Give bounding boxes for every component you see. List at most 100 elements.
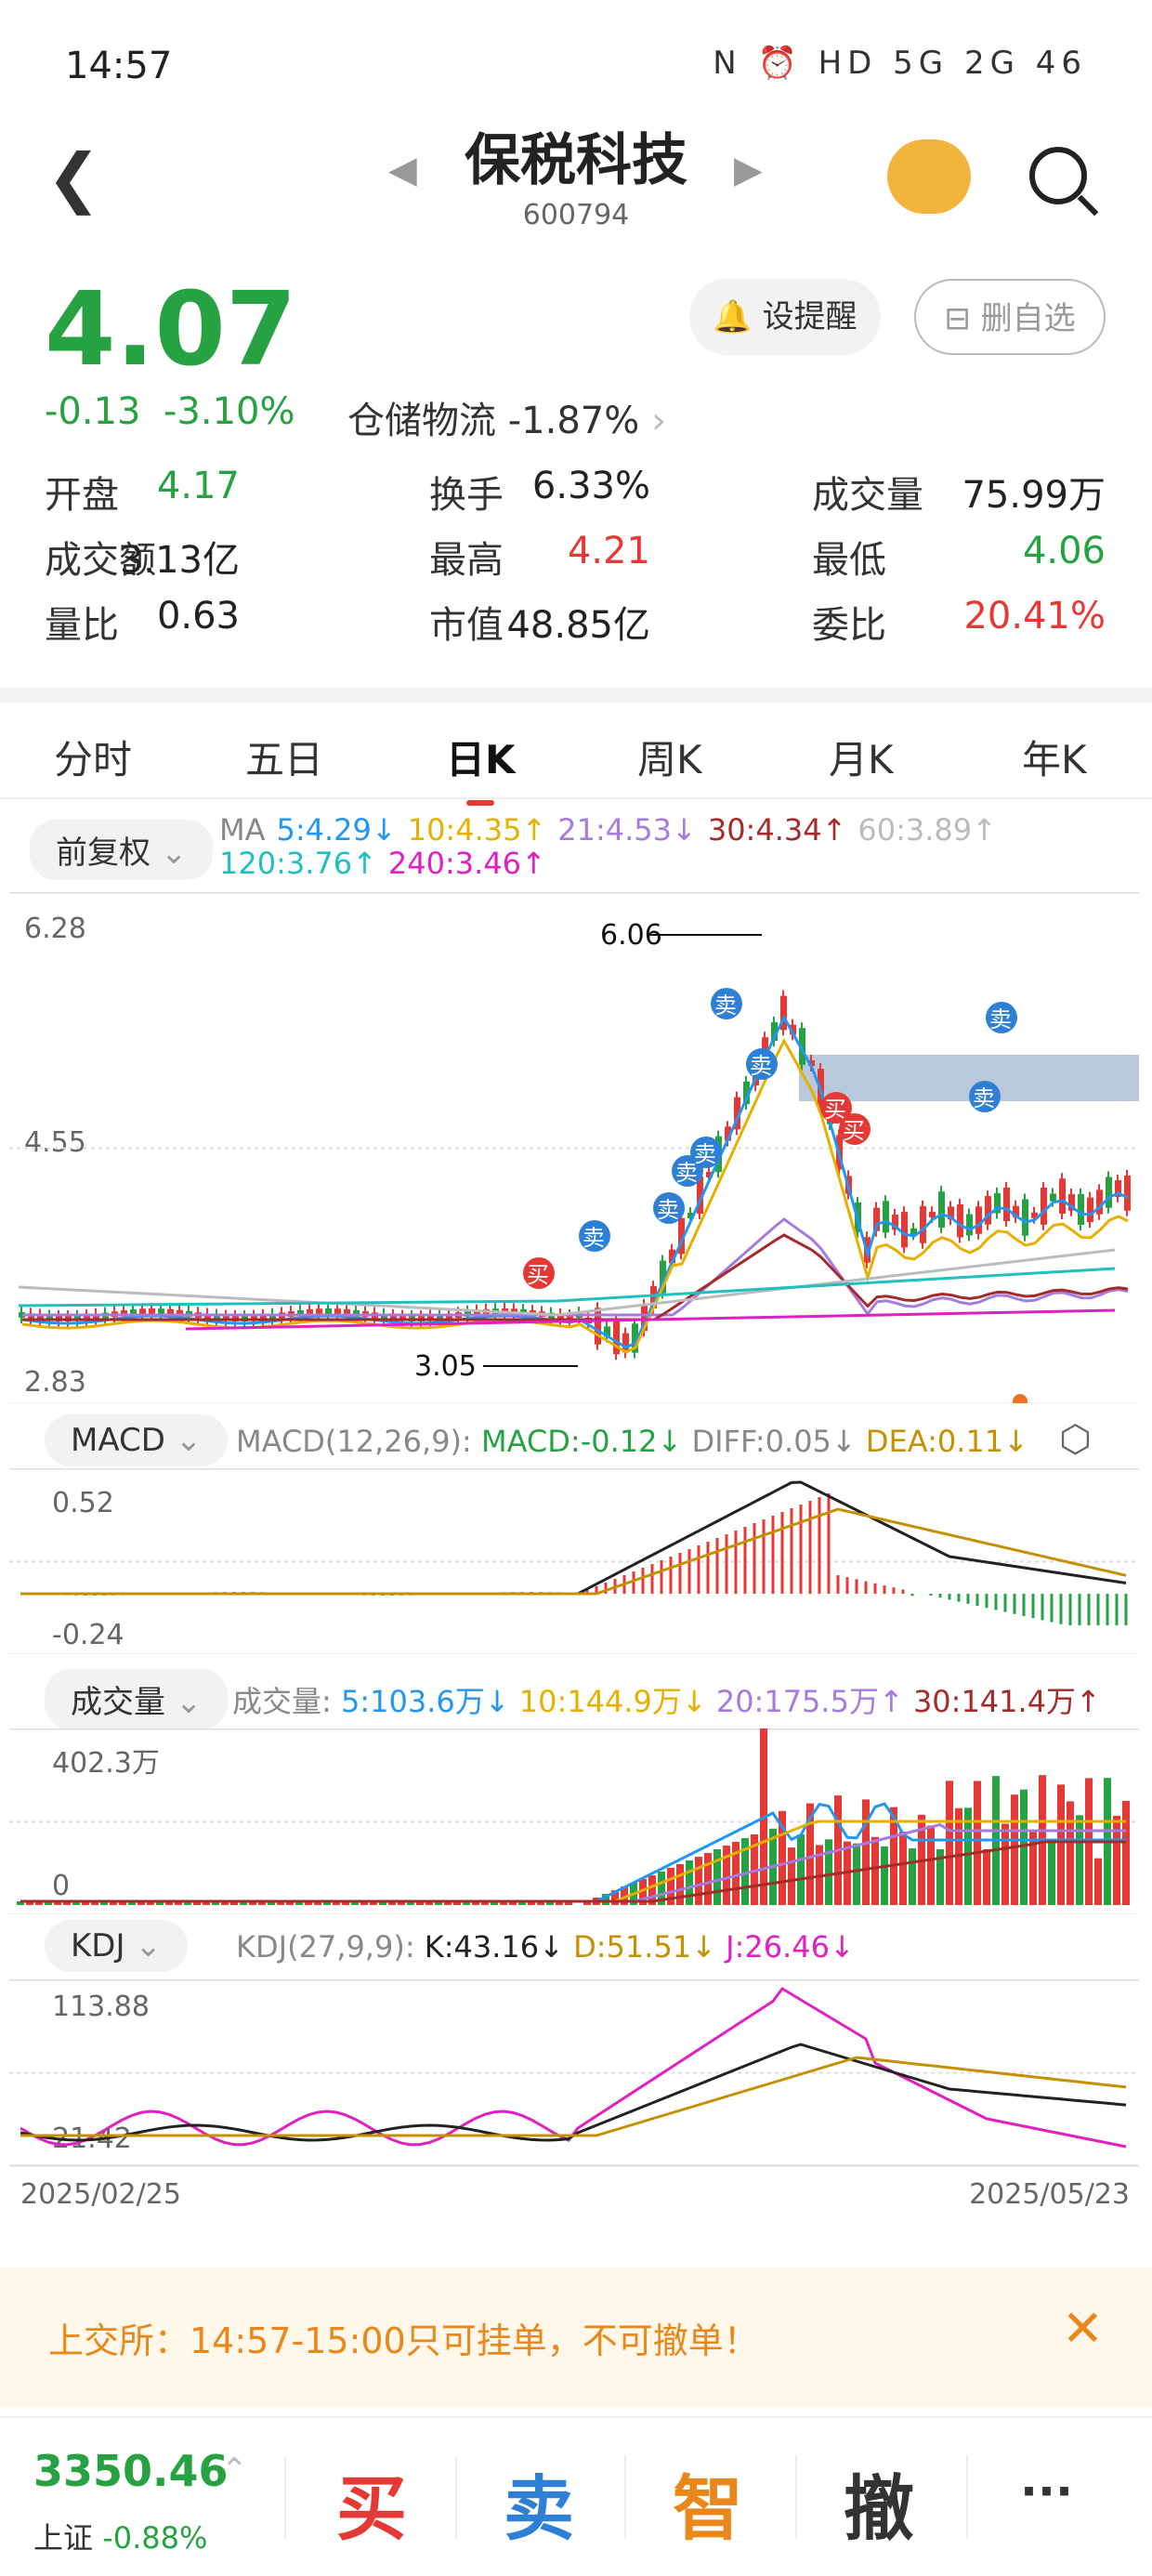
volume-bar [686, 1860, 693, 1905]
tab-3[interactable]: 周K [637, 729, 702, 785]
stat-label: 开盘 [45, 474, 119, 517]
signal-buy-label: 买 [843, 1118, 865, 1144]
stat-label: 换手 [429, 474, 504, 517]
divider [966, 2455, 968, 2539]
adjust-select[interactable]: 前复权 ⌄ [30, 820, 214, 880]
stat-value: 48.85亿 [506, 604, 650, 647]
sector-link[interactable]: 仓储物流 -1.87% › [347, 390, 666, 444]
volume-tag-label: 成交量 [71, 1684, 165, 1721]
adjust-label: 前复权 [56, 835, 151, 872]
volume-bar [1011, 1794, 1018, 1905]
volume-bar [1001, 1823, 1009, 1905]
volume-legend: 成交量: 5:103.6万↓ 10:144.9万↓ 20:175.5万↑ 30:… [232, 1678, 1101, 1721]
ma-item: MA [219, 812, 266, 848]
kline-chart[interactable]: 6.063.05买卖卖卖卖卖卖买买卖卖 [0, 892, 1152, 1403]
status-time: 14:57 [65, 45, 173, 87]
volume-bar [797, 1833, 805, 1905]
volume-bar [825, 1839, 832, 1905]
volume-bar [713, 1849, 721, 1905]
status-icons: N ⏰ HD 5G 2G 46 [713, 45, 1087, 82]
cancel-order-button[interactable]: 撤 [844, 2451, 914, 2554]
kdj-j: J:26.46↓ [726, 1929, 855, 1965]
stat-label: 市值 [429, 604, 504, 647]
mascot-icon[interactable] [887, 139, 971, 214]
current-price: 4.07 [45, 269, 297, 388]
kdj-k-line [20, 2043, 1127, 2142]
search-icon[interactable] [1029, 147, 1087, 204]
candle [966, 1214, 973, 1236]
candle [1022, 1199, 1028, 1236]
ma-item: 60:3.89↑ [857, 812, 997, 848]
volume-bar [1067, 1801, 1074, 1905]
tab-2[interactable]: 日K [446, 729, 516, 806]
stat-label: 最高 [429, 539, 504, 582]
highlight-zone [799, 1055, 1139, 1101]
signal-sell-label: 卖 [989, 1006, 1012, 1032]
price-change-pct: -3.10% [164, 390, 295, 433]
more-icon[interactable]: ··· [1020, 2464, 1073, 2518]
signal-sell-label: 卖 [750, 1053, 772, 1079]
remove-watchlist-label: 删自选 [980, 300, 1076, 337]
ma-item: 21:4.53↓ [557, 812, 697, 848]
signal-sell-label: 卖 [657, 1197, 679, 1223]
vol-ma30: 30:141.4万↑ [912, 1684, 1101, 1719]
remove-watchlist-button[interactable]: ⊟ 删自选 [914, 279, 1106, 355]
candle [938, 1191, 945, 1229]
volume-bar [909, 1848, 916, 1905]
tab-5[interactable]: 年K [1022, 729, 1087, 785]
sell-button[interactable]: 卖 [504, 2451, 574, 2554]
candle [325, 1308, 332, 1314]
volume-bar [695, 1857, 702, 1905]
candle [149, 1308, 155, 1315]
macd-chart[interactable] [0, 1468, 1152, 1654]
candle [1106, 1176, 1112, 1208]
candle [957, 1204, 963, 1238]
set-alert-button[interactable]: 🔔 设提醒 [689, 279, 881, 355]
volume-bar [704, 1853, 712, 1905]
candle [316, 1308, 322, 1315]
stock-code: 600794 [522, 199, 630, 231]
smart-button[interactable]: 智 [673, 2451, 743, 2554]
buy-button[interactable]: 买 [336, 2451, 407, 2554]
stat-value: 0.63 [156, 595, 240, 637]
tab-1[interactable]: 五日 [245, 729, 323, 785]
low-mark: 3.05 [414, 1350, 477, 1383]
sector-name: 仓储物流 [347, 400, 496, 442]
candle [1050, 1193, 1056, 1202]
kdj-k: K:43.16↓ [424, 1929, 564, 1965]
signal-sell-label: 卖 [694, 1141, 716, 1167]
settings-icon[interactable]: ⬡ [1059, 1418, 1092, 1461]
divider [455, 2455, 457, 2539]
candle [920, 1205, 926, 1243]
kdj-select[interactable]: KDJ ⌄ [45, 1920, 188, 1972]
volume-bar [1057, 1784, 1065, 1905]
chevron-up-icon[interactable]: ⌃ [221, 2451, 248, 2489]
signal-sell-label: 卖 [973, 1085, 995, 1111]
macd-select[interactable]: MACD ⌄ [45, 1414, 229, 1466]
ma-item: 30:4.34↑ [707, 812, 847, 848]
macd-legend: MACD(12,26,9): MACD:-0.12↓ DIFF:0.05↓ DE… [236, 1424, 1028, 1459]
volume-bar [871, 1836, 879, 1905]
ma-item: 5:4.29↓ [276, 812, 397, 848]
stat-value: 75.99万 [962, 474, 1106, 517]
bottom-bar: 3350.46 ⌃ 上证 -0.88% 买 卖 智 撤 ··· [0, 2416, 1152, 2576]
volume-chart[interactable] [0, 1728, 1152, 1914]
notice-banner: 上交所：14:57-15:00只可挂单，不可撤单！ ✕ [0, 2267, 1152, 2407]
volume-select[interactable]: 成交量 ⌄ [45, 1669, 229, 1729]
volume-bar [974, 1781, 981, 1905]
close-icon[interactable]: ✕ [1062, 2299, 1104, 2358]
stat-label: 成交量 [812, 474, 923, 517]
stat-value: 4.17 [156, 465, 240, 507]
index-value[interactable]: 3350.46 [33, 2446, 229, 2496]
date-start: 2025/02/25 [20, 2178, 181, 2211]
tab-0[interactable]: 分时 [54, 729, 132, 785]
stat-value: 6.33% [531, 465, 650, 507]
volume-bar [881, 1846, 888, 1905]
macd-tag-label: MACD [71, 1422, 165, 1459]
divider [795, 2455, 797, 2539]
tab-4[interactable]: 月K [829, 729, 894, 785]
index-name-label: 上证 [33, 2520, 94, 2556]
ma-legend-row2: 120:3.76↑ 240:3.46↑ [219, 846, 557, 881]
kdj-chart[interactable] [0, 1979, 1152, 2184]
volume-label: 成交量: [232, 1684, 332, 1719]
